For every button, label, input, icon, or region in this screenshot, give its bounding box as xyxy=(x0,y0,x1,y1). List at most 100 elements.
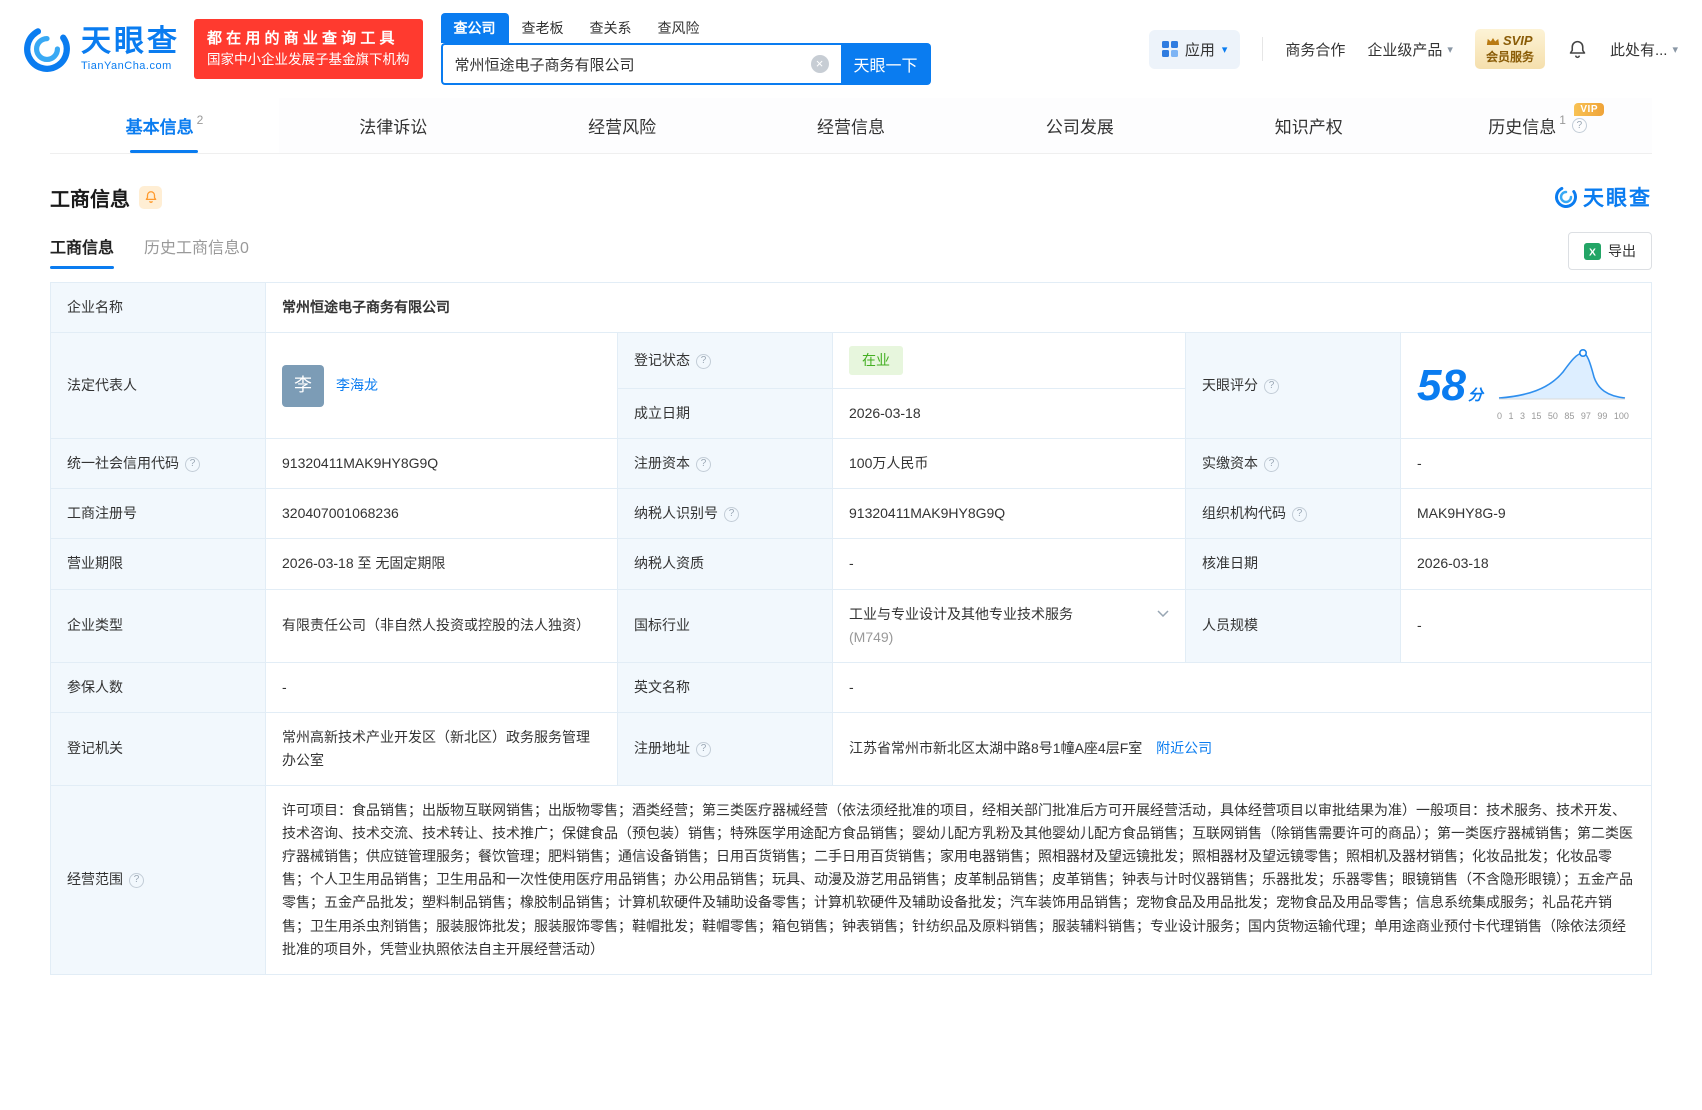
label-text: 人员规模 xyxy=(1202,617,1258,633)
tab-operation-risk[interactable]: 经营风险 xyxy=(508,98,737,153)
company-section-tabs: 基本信息 2 法律诉讼 经营风险 经营信息 公司发展 知识产权 VIP 历史信息… xyxy=(50,98,1652,154)
field-label-reg-status: 登记状态? xyxy=(618,333,833,389)
label-text: 企业类型 xyxy=(67,617,123,633)
tab-label: 经营风险 xyxy=(588,113,656,138)
menu-cooperation[interactable]: 商务合作 xyxy=(1285,39,1345,60)
row-company-name: 企业名称 常州恒途电子商务有限公司 xyxy=(51,283,1652,333)
search-tab-relation[interactable]: 查关系 xyxy=(577,13,645,43)
reg-number-value: 320407001068236 xyxy=(266,489,618,539)
business-scope-value: 许可项目：食品销售；出版物互联网销售；出版物零售；酒类经营；第三类医疗器械经营（… xyxy=(266,786,1652,975)
company-type-value: 有限责任公司（非自然人投资或控股的法人独资） xyxy=(266,589,618,662)
establish-date-value: 2026-03-18 xyxy=(833,389,1186,439)
label-text: 注册资本 xyxy=(634,455,690,471)
bell-icon xyxy=(1567,39,1588,60)
field-label-approval-date: 核准日期 xyxy=(1186,539,1401,589)
field-label-business-term: 营业期限 xyxy=(51,539,266,589)
export-label: 导出 xyxy=(1608,241,1636,261)
label-text: 纳税人资质 xyxy=(634,555,704,571)
row-legal-rep-status: 法定代表人 李 李海龙 登记状态? 在业 天眼评分? 58分 xyxy=(51,333,1652,389)
row-business-scope: 经营范围? 许可项目：食品销售；出版物互联网销售；出版物零售；酒类经营；第三类医… xyxy=(51,786,1652,975)
legal-rep-cell: 李 李海龙 xyxy=(266,333,618,439)
nearby-companies-link[interactable]: 附近公司 xyxy=(1156,740,1212,756)
tianyancha-logo-icon xyxy=(22,24,72,74)
label-text: 实缴资本 xyxy=(1202,455,1258,471)
cooperation-label: 商务合作 xyxy=(1285,39,1345,60)
tab-count-badge: 2 xyxy=(197,113,204,127)
apps-button[interactable]: 应用 ▾ xyxy=(1149,30,1241,69)
industry-text: 工业与专业设计及其他专业技术服务 (M749) xyxy=(849,603,1073,649)
notification-bell-button[interactable] xyxy=(1567,39,1588,60)
top-header: 天眼查 TianYanCha.com 都 在 用 的 商 业 查 询 工 具 国… xyxy=(0,0,1702,98)
label-text: 天眼评分 xyxy=(1202,377,1258,393)
svip-label: SVIP xyxy=(1503,33,1533,49)
logo-en: TianYanCha.com xyxy=(81,60,180,72)
row-type-industry: 企业类型 有限责任公司（非自然人投资或控股的法人独资） 国标行业 工业与专业设计… xyxy=(51,589,1652,662)
search-tab-boss[interactable]: 查老板 xyxy=(509,13,577,43)
search-tab-company[interactable]: 查公司 xyxy=(441,13,509,43)
tab-basic-info[interactable]: 基本信息 2 xyxy=(50,98,279,153)
field-label-paid-capital: 实缴资本? xyxy=(1186,439,1401,489)
search-row: × 天眼一下 xyxy=(441,43,931,85)
help-icon[interactable]: ? xyxy=(696,742,711,757)
score-number: 58 xyxy=(1417,361,1466,410)
tab-operation-info[interactable]: 经营信息 xyxy=(737,98,966,153)
row-insured-english: 参保人数 - 英文名称 - xyxy=(51,662,1652,712)
svip-membership-badge[interactable]: SVIP 会员服务 xyxy=(1475,29,1545,68)
field-label-legal-rep: 法定代表人 xyxy=(51,333,266,439)
tianyancha-logo[interactable]: 天眼查 TianYanCha.com xyxy=(22,24,180,74)
field-label-reg-number: 工商注册号 xyxy=(51,489,266,539)
help-icon[interactable]: ? xyxy=(696,354,711,369)
help-icon[interactable]: ? xyxy=(1264,457,1279,472)
help-icon[interactable]: ? xyxy=(1264,379,1279,394)
search-input[interactable] xyxy=(455,56,811,73)
score-cell: 58分 0 1 3 15 xyxy=(1401,333,1652,439)
help-icon[interactable]: ? xyxy=(1292,507,1307,522)
help-icon[interactable]: ? xyxy=(696,457,711,472)
help-icon[interactable]: ? xyxy=(1572,118,1587,133)
tab-history-info[interactable]: VIP 历史信息 1 ? xyxy=(1423,98,1652,153)
credit-code-value: 91320411MAK9HY8G9Q xyxy=(266,439,618,489)
logo-cn: 天眼查 xyxy=(81,27,180,57)
promo-line1: 都 在 用 的 商 业 查 询 工 具 xyxy=(207,27,410,50)
field-label-industry: 国标行业 xyxy=(618,589,833,662)
help-icon[interactable]: ? xyxy=(185,457,200,472)
caret-down-icon: ▾ xyxy=(1447,43,1453,56)
subscribe-bell-button[interactable] xyxy=(139,186,162,209)
approval-date-value: 2026-03-18 xyxy=(1401,539,1652,589)
help-icon[interactable]: ? xyxy=(724,507,739,522)
paid-capital-value: - xyxy=(1401,439,1652,489)
menu-enterprise-products[interactable]: 企业级产品 ▾ xyxy=(1367,39,1453,60)
tab-intellectual-property[interactable]: 知识产权 xyxy=(1194,98,1423,153)
clear-icon[interactable]: × xyxy=(811,55,829,73)
search-tabs: 查公司 查老板 查关系 查风险 xyxy=(441,13,931,43)
tianyancha-logo-icon xyxy=(1554,185,1578,209)
field-label-credit-code: 统一社会信用代码? xyxy=(51,439,266,489)
tab-legal-litigation[interactable]: 法律诉讼 xyxy=(279,98,508,153)
legal-rep-link[interactable]: 李海龙 xyxy=(336,374,378,397)
reg-status-cell: 在业 xyxy=(833,333,1186,389)
tab-count-badge: 1 xyxy=(1559,113,1566,127)
label-text: 营业期限 xyxy=(67,555,123,571)
taxpayer-quality-value: - xyxy=(833,539,1186,589)
header-right: 应用 ▾ 商务合作 企业级产品 ▾ SVIP 会员服务 xyxy=(1149,29,1678,68)
bell-icon xyxy=(144,190,158,204)
search-tab-risk[interactable]: 查风险 xyxy=(645,13,713,43)
tab-company-development[interactable]: 公司发展 xyxy=(965,98,1194,153)
field-label-company-name: 企业名称 xyxy=(51,283,266,333)
user-account-menu[interactable]: 此处有... ▾ xyxy=(1610,39,1678,60)
label-text: 成立日期 xyxy=(634,405,690,421)
brand-text: 天眼查 xyxy=(1583,182,1652,212)
export-button[interactable]: X 导出 xyxy=(1568,232,1652,270)
search-button[interactable]: 天眼一下 xyxy=(841,43,931,85)
subtab-business-info[interactable]: 工商信息 xyxy=(50,234,114,269)
help-icon[interactable]: ? xyxy=(129,873,144,888)
label-text: 英文名称 xyxy=(634,679,690,695)
search-area: 查公司 查老板 查关系 查风险 × 天眼一下 xyxy=(441,13,931,85)
field-label-score: 天眼评分? xyxy=(1186,333,1401,439)
field-label-org-code: 组织机构代码? xyxy=(1186,489,1401,539)
svip-top: SVIP xyxy=(1486,33,1534,49)
chevron-down-icon[interactable] xyxy=(1157,610,1169,617)
subtab-history-business-info[interactable]: 历史工商信息0 xyxy=(144,234,249,269)
reg-capital-value: 100万人民币 xyxy=(833,439,1186,489)
industry-value: 工业与专业设计及其他专业技术服务 xyxy=(849,603,1073,626)
